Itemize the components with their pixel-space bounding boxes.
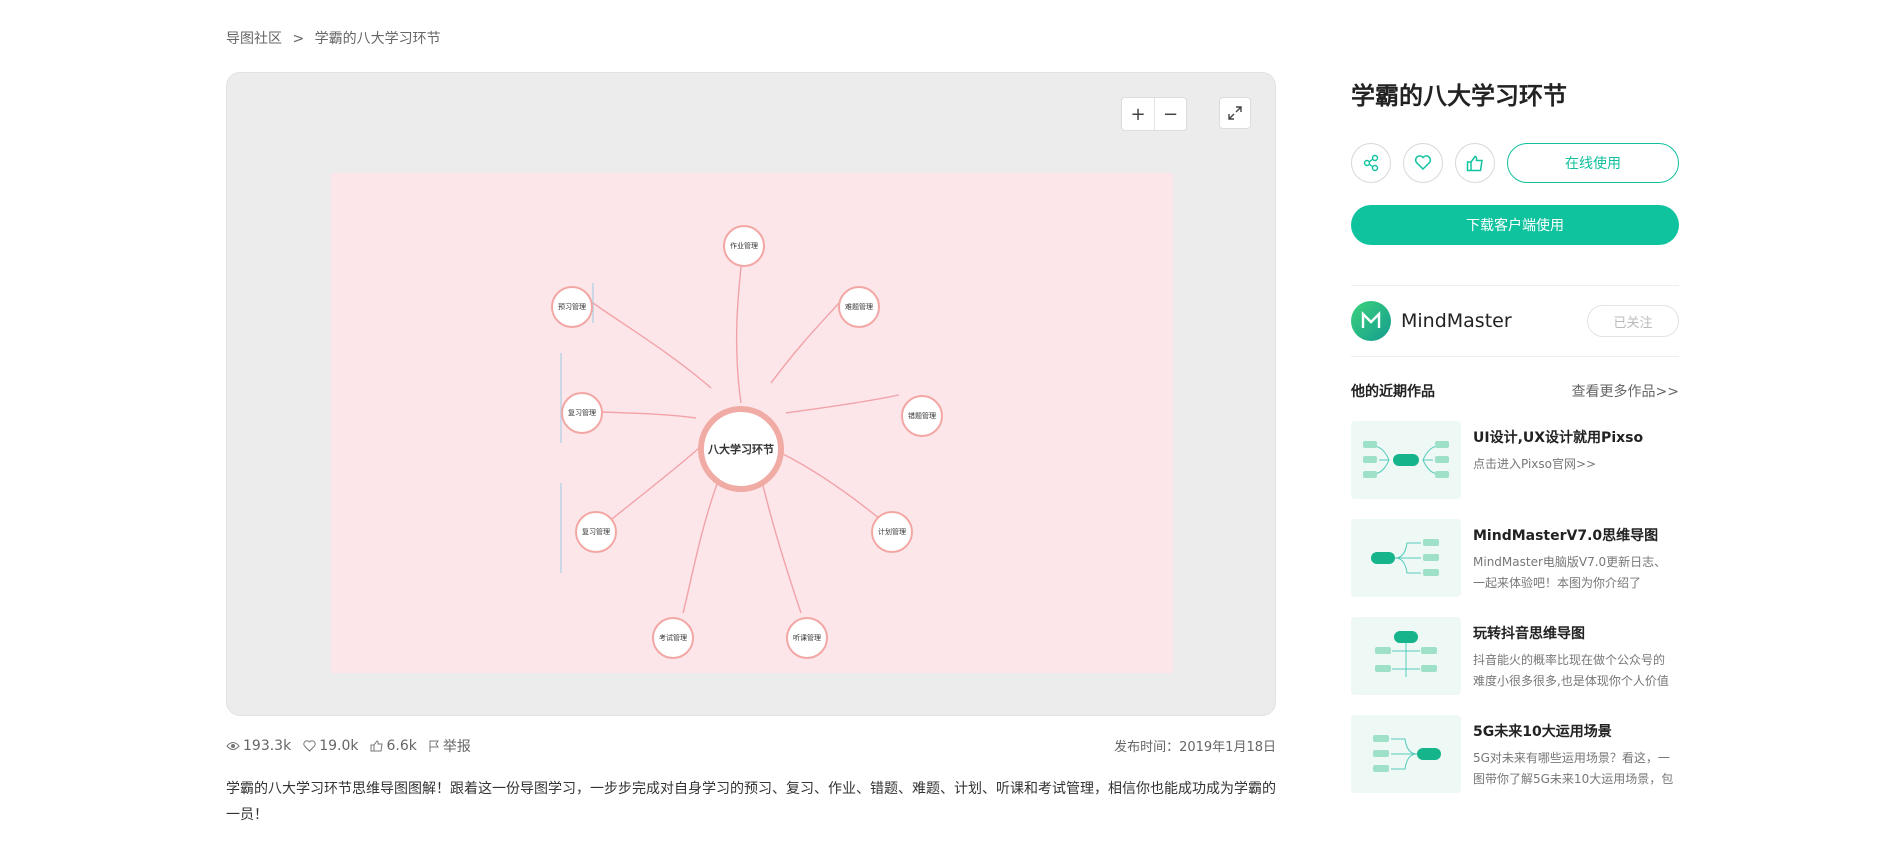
mindmap-node-homework[interactable]: 作业管理 bbox=[723, 225, 765, 267]
favorites-count: 19.0k bbox=[319, 738, 359, 754]
stats-bar: 193.3k 19.0k 6.6k 举报 bbox=[226, 736, 471, 756]
favorite-button[interactable] bbox=[1403, 143, 1443, 183]
breadcrumb-current: 学霸的八大学习环节 bbox=[314, 31, 441, 47]
author-name[interactable]: MindMaster bbox=[1401, 310, 1587, 332]
thumbs-up-icon bbox=[370, 740, 384, 752]
work-title[interactable]: UI设计,UX设计就用Pixso bbox=[1473, 427, 1679, 447]
work-subtitle: MindMaster电脑版V7.0更新日志、 一起来体验吧！本图为你介绍了 bbox=[1473, 555, 1667, 590]
online-use-button[interactable]: 在线使用 bbox=[1507, 143, 1679, 183]
mindmaster-logo-icon[interactable] bbox=[1351, 301, 1391, 341]
work-item[interactable]: 5G未来10大运用场景 5G对未来有哪些运用场景？看这，一 图带你了解5G未来10… bbox=[1351, 715, 1679, 793]
recent-works-header: 他的近期作品 查看更多作品>> bbox=[1351, 381, 1679, 401]
action-row: 在线使用 bbox=[1351, 143, 1679, 183]
work-info: MindMasterV7.0思维导图 MindMaster电脑版V7.0更新日志… bbox=[1473, 519, 1679, 597]
eye-icon bbox=[226, 742, 240, 750]
mindmap-node-preview[interactable]: 预习管理 bbox=[551, 286, 593, 328]
favorites-stat[interactable]: 19.0k bbox=[303, 738, 358, 754]
work-thumbnail[interactable] bbox=[1351, 519, 1461, 597]
report-label: 举报 bbox=[442, 739, 471, 755]
thumbs-count: 6.6k bbox=[386, 738, 417, 754]
work-title[interactable]: 玩转抖音思维导图 bbox=[1473, 623, 1679, 643]
zoom-out-button[interactable]: − bbox=[1154, 98, 1186, 130]
mindmap-node-lecture[interactable]: 听课管理 bbox=[786, 617, 828, 659]
mindmap-node-exam[interactable]: 考试管理 bbox=[652, 617, 694, 659]
fullscreen-button[interactable] bbox=[1219, 97, 1251, 129]
work-subtitle: 5G对未来有哪些运用场景？看这，一 图带你了解5G未来10大运用场景，包 bbox=[1473, 751, 1674, 786]
thumbs-stat[interactable]: 6.6k bbox=[370, 738, 417, 754]
breadcrumb: 导图社区 > 学霸的八大学习环节 bbox=[226, 28, 447, 48]
share-icon bbox=[1363, 154, 1379, 172]
work-item[interactable]: 玩转抖音思维导图 抖音能火的概率比现在做个公众号的 难度小很多很多,也是体现你个人… bbox=[1351, 617, 1679, 695]
description: 学霸的八大学习环节思维导图图解！跟着这一份导图学习，一步步完成对自身学习的预习、… bbox=[226, 781, 1276, 823]
share-button[interactable] bbox=[1351, 143, 1391, 183]
like-button[interactable] bbox=[1455, 143, 1495, 183]
report-link[interactable]: 举报 bbox=[429, 736, 471, 756]
work-info: 玩转抖音思维导图 抖音能火的概率比现在做个公众号的 难度小很多很多,也是体现你个人… bbox=[1473, 617, 1679, 695]
zoom-in-button[interactable]: + bbox=[1122, 98, 1154, 130]
zoom-controls: + − bbox=[1121, 97, 1187, 131]
publish-date: 发布时间：2019年1月18日 bbox=[1114, 740, 1276, 755]
mindmap-node-plan[interactable]: 计划管理 bbox=[871, 511, 913, 553]
work-title[interactable]: 5G未来10大运用场景 bbox=[1473, 721, 1679, 741]
thumbs-up-icon bbox=[1466, 155, 1483, 171]
views-stat: 193.3k bbox=[226, 738, 291, 754]
work-info: 5G未来10大运用场景 5G对未来有哪些运用场景？看这，一 图带你了解5G未来10… bbox=[1473, 715, 1679, 793]
mindmap-node-difficult[interactable]: 难题管理 bbox=[838, 286, 880, 328]
work-item[interactable]: MindMasterV7.0思维导图 MindMaster电脑版V7.0更新日志… bbox=[1351, 519, 1679, 597]
mindmap-canvas: 八大学习环节 作业管理 预习管理 难题管理 复习管理 错题管理 复习管理 计划管… bbox=[331, 173, 1173, 673]
follow-button[interactable]: 已关注 bbox=[1587, 305, 1679, 337]
heart-icon bbox=[303, 740, 316, 752]
views-count: 193.3k bbox=[243, 738, 292, 754]
flag-icon bbox=[429, 740, 439, 752]
expand-icon bbox=[1228, 106, 1242, 120]
work-info: UI设计,UX设计就用Pixso 点击进入Pixso官网>> bbox=[1473, 421, 1679, 499]
mindmap-node-review-a[interactable]: 复习管理 bbox=[561, 392, 603, 434]
author-row: MindMaster 已关注 bbox=[1351, 300, 1679, 342]
work-thumbnail[interactable] bbox=[1351, 421, 1461, 499]
divider bbox=[1351, 356, 1679, 357]
work-subtitle: 抖音能火的概率比现在做个公众号的 难度小很多很多,也是体现你个人价值 bbox=[1473, 653, 1669, 688]
page: 导图社区 > 学霸的八大学习环节 + − 八大学习环节 作业管理 预习管理 难题… bbox=[0, 0, 1897, 848]
breadcrumb-separator: > bbox=[292, 31, 305, 47]
mindmap-node-mistakes[interactable]: 错题管理 bbox=[901, 395, 943, 437]
mindmap-node-review-b[interactable]: 复习管理 bbox=[575, 511, 617, 553]
mindmap-viewer[interactable]: + − 八大学习环节 作业管理 预习管理 难题管理 复习管理 错题管理 复习管理… bbox=[226, 72, 1276, 716]
side-title: 学霸的八大学习环节 bbox=[1351, 82, 1567, 110]
divider bbox=[1351, 285, 1679, 286]
recent-works-title: 他的近期作品 bbox=[1351, 384, 1435, 400]
work-thumbnail[interactable] bbox=[1351, 617, 1461, 695]
work-thumbnail[interactable] bbox=[1351, 715, 1461, 793]
sidebar: 学霸的八大学习环节 在线使用 下载客户端使用 MindMaster 已关注 他的… bbox=[1351, 72, 1679, 793]
download-client-button[interactable]: 下载客户端使用 bbox=[1351, 205, 1679, 245]
heart-icon bbox=[1414, 155, 1432, 171]
more-works-link[interactable]: 查看更多作品>> bbox=[1572, 381, 1679, 401]
mindmap-center-node[interactable]: 八大学习环节 bbox=[698, 406, 784, 492]
work-subtitle: 点击进入Pixso官网>> bbox=[1473, 457, 1597, 471]
work-item[interactable]: UI设计,UX设计就用Pixso 点击进入Pixso官网>> bbox=[1351, 421, 1679, 499]
work-title[interactable]: MindMasterV7.0思维导图 bbox=[1473, 525, 1679, 545]
breadcrumb-root[interactable]: 导图社区 bbox=[226, 31, 282, 47]
